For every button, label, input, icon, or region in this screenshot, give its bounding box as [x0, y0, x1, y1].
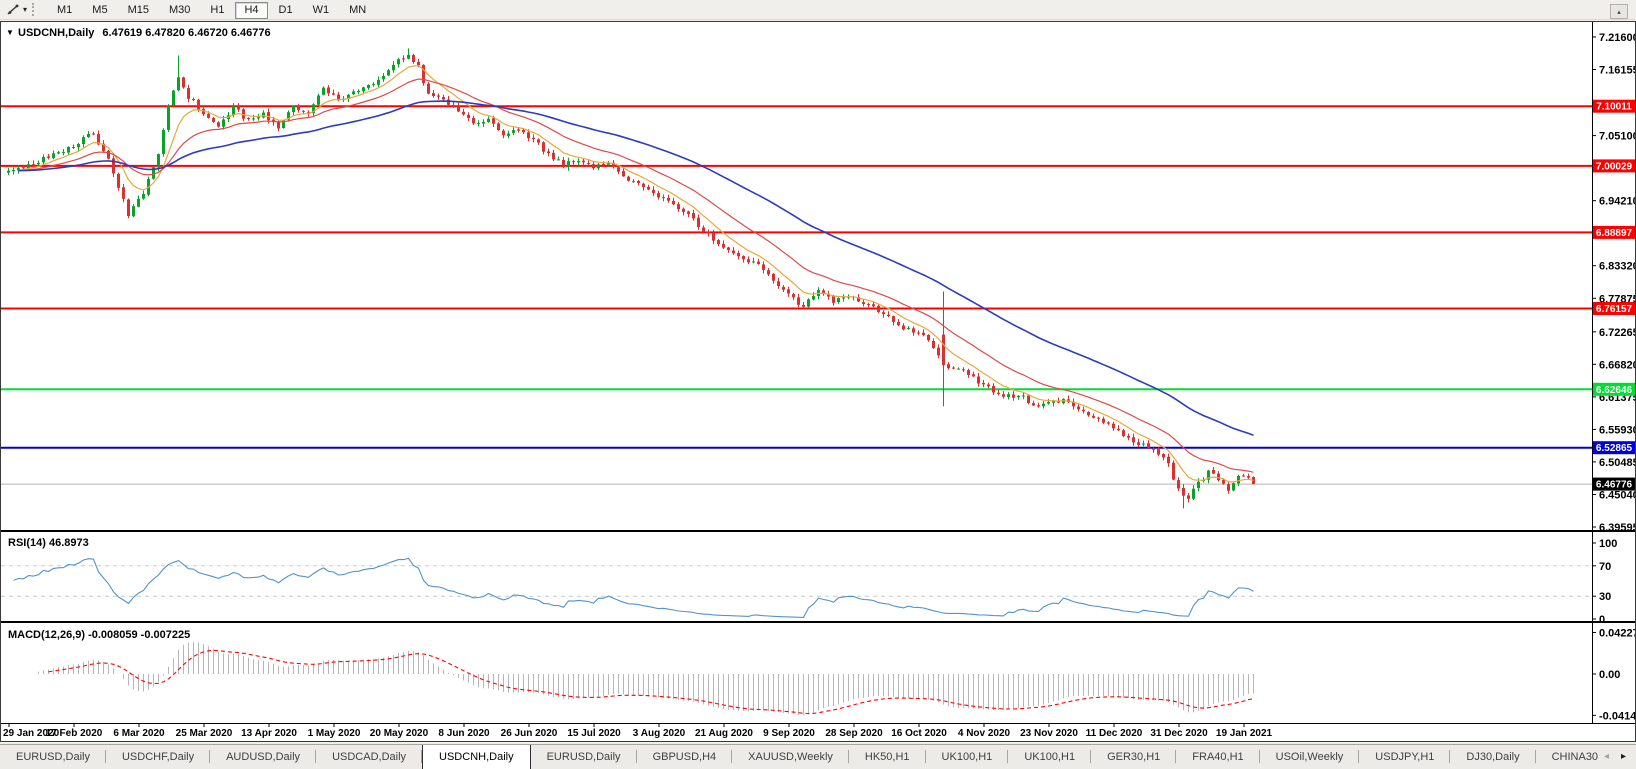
line-tool-icon [7, 3, 21, 16]
chart-ohlc-values: 6.47619 6.47820 6.46720 6.46776 [102, 27, 270, 39]
timeframe-button-group: M1M5M15M30H1H4D1W1MN [47, 0, 376, 19]
chart-tab-usoil-weekly[interactable]: USOil,Weekly [1260, 745, 1360, 769]
chart-tab-eurusd-daily[interactable]: EURUSD,Daily [0, 745, 106, 769]
svg-text:1 May 2020: 1 May 2020 [308, 728, 361, 739]
svg-text:7.05100: 7.05100 [1599, 131, 1635, 143]
toolbar-grip[interactable] [32, 3, 38, 16]
svg-text:0.00: 0.00 [1599, 669, 1620, 681]
svg-text:11 Dec 2020: 11 Dec 2020 [1086, 728, 1143, 739]
svg-text:-0.04148: -0.04148 [1599, 710, 1635, 722]
tab-scroll-arrows: ◂ ▸ [1598, 745, 1636, 768]
chart-tab-gbpusd-h4[interactable]: GBPUSD,H4 [637, 745, 733, 769]
svg-text:26 Jun 2020: 26 Jun 2020 [501, 728, 558, 739]
chart-symbol-label: USDCNH,Daily [18, 27, 95, 39]
svg-text:0: 0 [1599, 614, 1605, 626]
triangle-up-icon: ▴ [1617, 8, 1621, 16]
svg-text:70: 70 [1599, 561, 1611, 573]
svg-text:8 Jun 2020: 8 Jun 2020 [438, 728, 490, 739]
top-toolbar: ▾ M1M5M15M30H1H4D1W1MN ▴ [0, 0, 1636, 20]
svg-text:17 Feb 2020: 17 Feb 2020 [46, 728, 103, 739]
rsi-indicator-label: RSI(14) 46.8973 [8, 537, 89, 549]
svg-text:7.10011: 7.10011 [1596, 102, 1632, 113]
chart-dropdown-icon[interactable]: ▼ [6, 28, 14, 37]
svg-text:7.16155: 7.16155 [1599, 65, 1635, 77]
svg-text:9 Sep 2020: 9 Sep 2020 [763, 728, 815, 739]
svg-text:6.72265: 6.72265 [1599, 327, 1635, 339]
svg-text:6.62646: 6.62646 [1596, 385, 1633, 396]
svg-text:3 Aug 2020: 3 Aug 2020 [633, 728, 686, 739]
svg-text:6.50485: 6.50485 [1599, 457, 1635, 469]
svg-text:6.45040: 6.45040 [1599, 490, 1635, 502]
chart-tab-usdchf-daily[interactable]: USDCHF,Daily [106, 745, 210, 769]
chart-window: 7.216007.161557.051006.942106.833206.778… [0, 21, 1636, 742]
timeframe-button-h1[interactable]: H1 [201, 2, 233, 19]
line-studies-tool-button[interactable]: ▾ [4, 2, 30, 17]
chart-background [1, 22, 1635, 741]
svg-text:6.55930: 6.55930 [1599, 424, 1635, 436]
chart-tab-bar: EURUSD,DailyUSDCHF,DailyAUDUSD,DailyUSDC… [0, 744, 1636, 769]
svg-text:6.46776: 6.46776 [1596, 480, 1633, 491]
svg-text:7.21600: 7.21600 [1599, 32, 1635, 44]
svg-text:100: 100 [1599, 538, 1617, 550]
svg-text:31 Dec 2020: 31 Dec 2020 [1150, 728, 1208, 739]
tab-scroll-left-button[interactable]: ◂ [1598, 745, 1615, 768]
svg-text:20 May 2020: 20 May 2020 [370, 728, 429, 739]
svg-text:19 Jan 2021: 19 Jan 2021 [1216, 728, 1273, 739]
svg-text:30: 30 [1599, 591, 1611, 603]
svg-text:6.94210: 6.94210 [1599, 196, 1635, 208]
svg-text:6.88897: 6.88897 [1596, 228, 1633, 239]
chart-tab-usdjpy-h1[interactable]: USDJPY,H1 [1359, 745, 1450, 769]
svg-text:6 Mar 2020: 6 Mar 2020 [113, 728, 165, 739]
svg-text:7.00029: 7.00029 [1596, 161, 1633, 172]
chart-tab-usdcad-daily[interactable]: USDCAD,Daily [316, 745, 422, 769]
macd-indicator-label: MACD(12,26,9) -0.008059 -0.007225 [8, 629, 190, 641]
timeframe-button-h4[interactable]: H4 [235, 2, 267, 19]
svg-text:6.52865: 6.52865 [1596, 443, 1633, 454]
svg-text:6.39595: 6.39595 [1599, 522, 1635, 534]
svg-text:25 Mar 2020: 25 Mar 2020 [176, 728, 233, 739]
chart-tab-dj30-daily[interactable]: DJ30,Daily [1450, 745, 1535, 769]
svg-text:6.83320: 6.83320 [1599, 261, 1635, 273]
svg-text:13 Apr 2020: 13 Apr 2020 [241, 728, 297, 739]
chart-tab-usdcnh-daily[interactable]: USDCNH,Daily [422, 744, 531, 769]
timeframe-button-w1[interactable]: W1 [304, 2, 339, 19]
chart-tab-hk50-h1[interactable]: HK50,H1 [849, 745, 926, 769]
svg-text:0.042275: 0.042275 [1599, 627, 1635, 639]
timeframe-button-m15[interactable]: M15 [119, 2, 158, 19]
svg-text:4 Nov 2020: 4 Nov 2020 [958, 728, 1011, 739]
price-chart[interactable]: 7.216007.161557.051006.942106.833206.778… [1, 22, 1635, 741]
chart-tab-xauusd-weekly[interactable]: XAUUSD,Weekly [732, 745, 849, 769]
timeframe-button-d1[interactable]: D1 [270, 2, 302, 19]
toolbar-overflow-button[interactable]: ▴ [1610, 4, 1628, 19]
chart-title: USDCNH,Daily 6.47619 6.47820 6.46720 6.46… [18, 27, 271, 39]
svg-text:28 Sep 2020: 28 Sep 2020 [825, 728, 883, 739]
chart-tab-uk100-h1[interactable]: UK100,H1 [926, 745, 1009, 769]
timeframe-button-m30[interactable]: M30 [160, 2, 199, 19]
chart-tab-fra40-h1[interactable]: FRA40,H1 [1176, 745, 1259, 769]
svg-text:15 Jul 2020: 15 Jul 2020 [567, 728, 621, 739]
svg-text:6.66820: 6.66820 [1599, 359, 1635, 371]
tab-scroll-right-button[interactable]: ▸ [1615, 745, 1632, 768]
svg-text:16 Oct 2020: 16 Oct 2020 [891, 728, 947, 739]
svg-text:23 Nov 2020: 23 Nov 2020 [1020, 728, 1078, 739]
timeframe-button-m5[interactable]: M5 [83, 2, 116, 19]
timeframe-button-mn[interactable]: MN [340, 2, 375, 19]
chart-tab-eurusd-daily[interactable]: EURUSD,Daily [531, 745, 637, 769]
svg-text:6.76157: 6.76157 [1596, 304, 1633, 315]
chart-tab-ger30-h1[interactable]: GER30,H1 [1091, 745, 1176, 769]
timeframe-button-m1[interactable]: M1 [48, 2, 81, 19]
chart-tab-audusd-daily[interactable]: AUDUSD,Daily [210, 745, 316, 769]
chevron-down-icon: ▾ [23, 6, 27, 14]
svg-text:21 Aug 2020: 21 Aug 2020 [695, 728, 753, 739]
chart-tab-uk100-h1[interactable]: UK100,H1 [1008, 745, 1091, 769]
